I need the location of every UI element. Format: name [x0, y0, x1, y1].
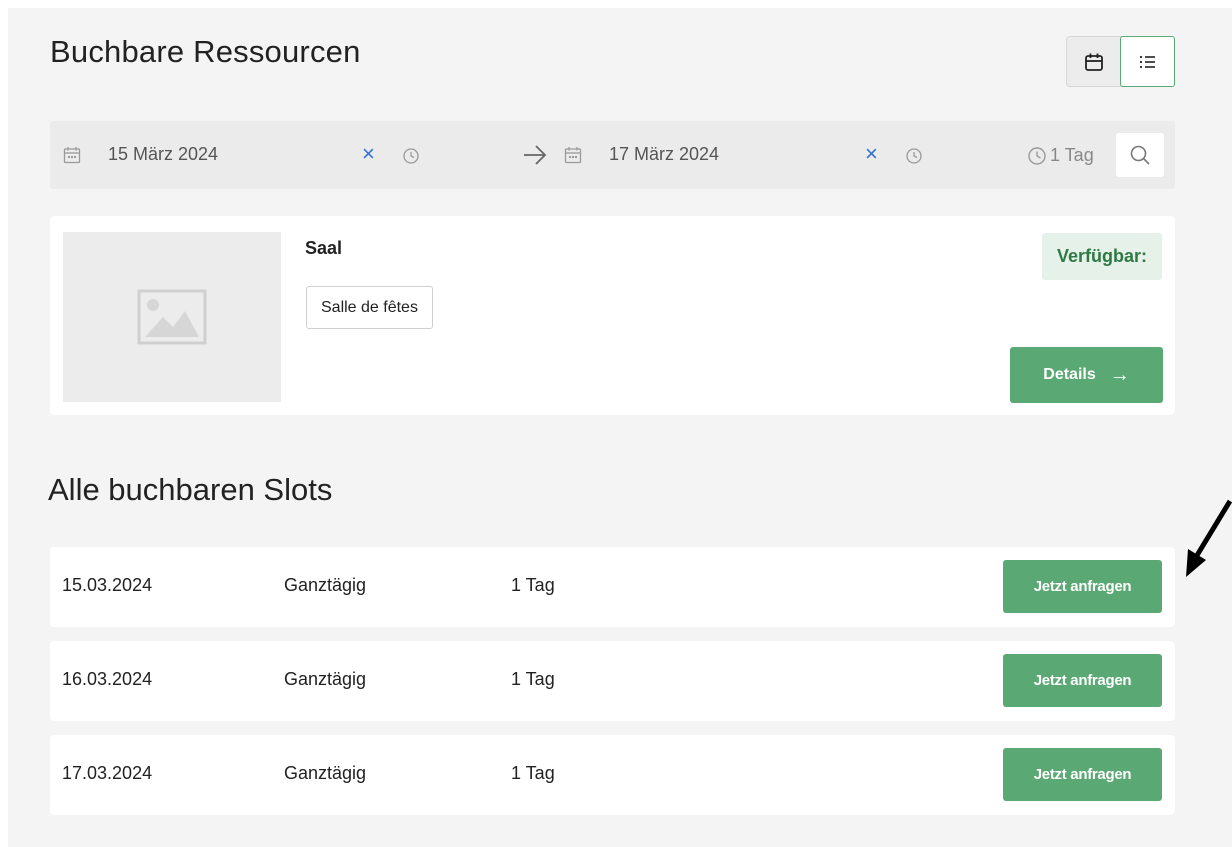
clear-start-date-icon[interactable]: ×	[362, 143, 375, 165]
calendar-view-button[interactable]	[1067, 37, 1120, 86]
request-now-button[interactable]: Jetzt anfragen	[1003, 654, 1162, 707]
annotation-arrow-icon	[1186, 499, 1232, 577]
arrow-right-icon	[524, 145, 547, 165]
end-date-input[interactable]: 17 März 2024	[609, 144, 719, 165]
details-button[interactable]: Details →	[1010, 347, 1163, 403]
duration-label: 1 Tag	[1050, 145, 1094, 165]
resource-image-placeholder	[63, 232, 281, 402]
slot-duration: 1 Tag	[511, 763, 555, 783]
resource-category-tag: Salle de fêtes	[306, 286, 433, 329]
search-button[interactable]	[1116, 133, 1164, 177]
slot-row: 17.03.2024 Ganztägig 1 Tag Jetzt anfrage…	[50, 735, 1175, 815]
request-now-button[interactable]: Jetzt anfragen	[1003, 748, 1162, 801]
slot-date: 15.03.2024	[62, 575, 153, 595]
image-placeholder-icon	[137, 289, 207, 345]
slot-date: 16.03.2024	[62, 669, 153, 689]
slots-section-title: Alle buchbaren Slots	[48, 472, 333, 507]
slot-type: Ganztägig	[284, 763, 367, 783]
calendar-icon	[1084, 53, 1103, 71]
arrow-right-icon: →	[1109, 363, 1130, 386]
search-icon	[1130, 145, 1150, 165]
slot-duration: 1 Tag	[511, 669, 555, 689]
clear-end-date-icon[interactable]: ×	[865, 143, 878, 165]
view-toggle	[1066, 36, 1175, 87]
list-view-button[interactable]	[1120, 36, 1175, 87]
date-filter-bar: 15 März 2024 × 17 März 2024 × 1 Tag	[50, 121, 1175, 189]
slot-type: Ganztägig	[284, 575, 367, 595]
calendar-icon	[564, 147, 582, 164]
slot-row: 16.03.2024 Ganztägig 1 Tag Jetzt anfrage…	[50, 641, 1175, 721]
page-title: Buchbare Ressourcen	[50, 34, 361, 69]
request-now-button[interactable]: Jetzt anfragen	[1003, 560, 1162, 613]
availability-badge: Verfügbar:	[1042, 233, 1162, 280]
start-date-input[interactable]: 15 März 2024	[108, 144, 218, 165]
clock-icon[interactable]	[402, 147, 420, 165]
resource-card: Saal Salle de fêtes Verfügbar: Details →	[50, 216, 1175, 415]
clock-icon	[1028, 147, 1046, 165]
slot-row: 15.03.2024 Ganztägig 1 Tag Jetzt anfrage…	[50, 547, 1175, 627]
slot-date: 17.03.2024	[62, 763, 153, 783]
list-icon	[1139, 55, 1155, 68]
details-button-label: Details	[1043, 366, 1096, 383]
calendar-icon	[63, 147, 81, 164]
slot-type: Ganztägig	[284, 669, 367, 689]
resource-name: Saal	[305, 238, 343, 258]
slot-duration: 1 Tag	[511, 575, 555, 595]
clock-icon[interactable]	[905, 147, 923, 165]
